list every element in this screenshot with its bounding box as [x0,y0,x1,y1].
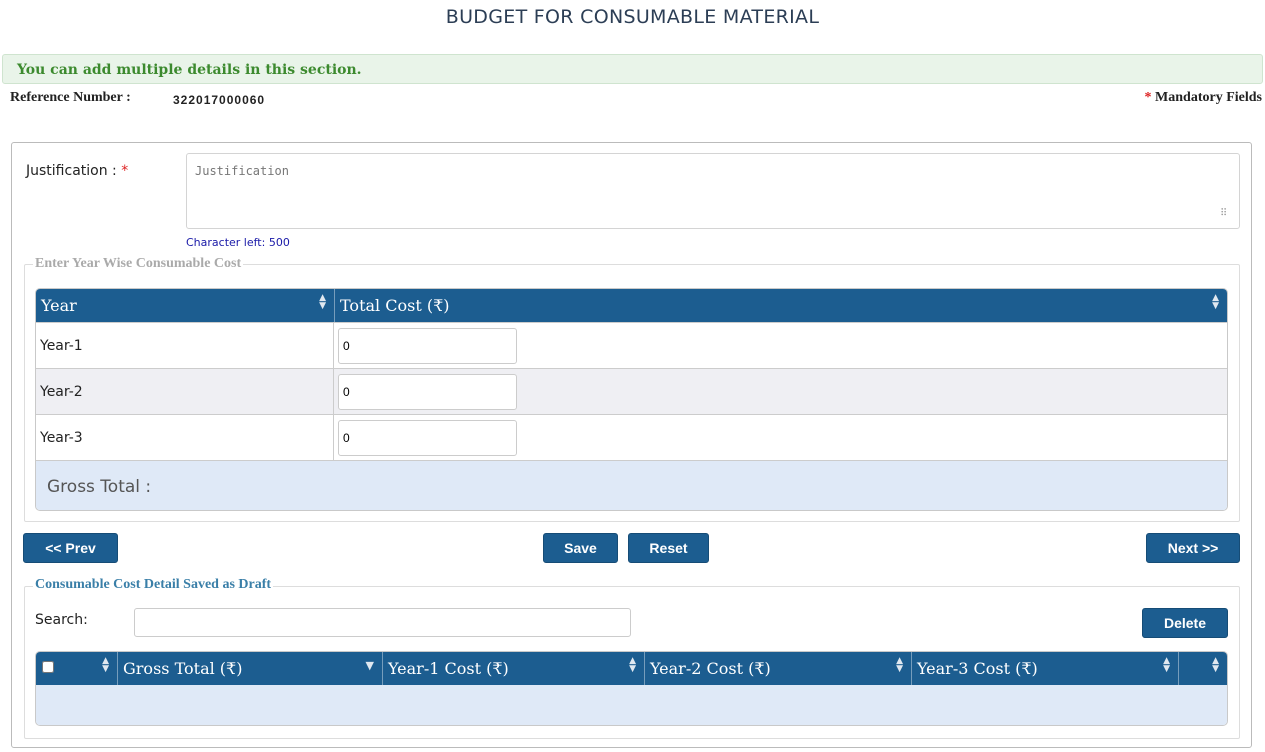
year-cell: Year-3 [36,415,334,460]
column-header-total-cost[interactable]: Total Cost (₹) ▲ ▼ [335,289,1227,322]
column-header-year-2-cost-label: Year-2 Cost (₹) [650,659,771,678]
info-message: You can add multiple details in this sec… [2,54,1263,84]
mandatory-fields-note: * Mandatory Fields [1145,90,1262,106]
mandatory-fields-label: Mandatory Fields [1155,90,1262,105]
draft-table: ▲ ▼ Gross Total (₹) ▼ Year-1 Cost (₹) ▲ ▼ … [35,651,1228,726]
column-header-select[interactable]: ▲ ▼ [36,652,118,685]
reference-number-label: Reference Number : [10,90,131,105]
select-all-checkbox[interactable] [42,661,54,673]
sort-down-icon[interactable]: ▼ [366,660,374,671]
cost-cell [334,323,1227,368]
required-star: * [121,163,129,179]
reset-button[interactable]: Reset [628,533,709,563]
column-header-year-1-cost[interactable]: Year-1 Cost (₹) ▲ ▼ [383,652,645,685]
justification-label: Justification : * [26,163,128,179]
year-3-cost-input[interactable] [338,420,517,456]
character-left-counter: Character left: 500 [186,236,290,249]
justification-label-text: Justification : [26,163,117,179]
sort-both-icon[interactable]: ▲ ▼ [1163,657,1170,674]
page-title: BUDGET FOR CONSUMABLE MATERIAL [445,6,820,28]
column-header-year-1-cost-label: Year-1 Cost (₹) [388,659,509,678]
year-2-cost-input[interactable] [338,374,517,410]
year-cell: Year-2 [36,369,334,414]
sort-both-icon[interactable]: ▲ ▼ [896,657,903,674]
draft-legend: Consumable Cost Detail Saved as Draft [33,577,274,593]
delete-button[interactable]: Delete [1142,608,1228,638]
table-row: Year-3 [36,414,1227,460]
table-row: Year-2 [36,368,1227,414]
justification-textarea[interactable] [186,153,1240,229]
column-header-action[interactable]: ▲ ▼ [1179,652,1227,685]
cost-cell [334,415,1227,460]
sort-both-icon[interactable]: ▲ ▼ [629,657,636,674]
resize-grip-icon[interactable]: ⠿ [1220,208,1227,219]
sort-both-icon[interactable]: ▲ ▼ [1212,657,1219,674]
empty-table-row [36,685,1227,725]
sort-both-icon[interactable]: ▲ ▼ [319,294,326,311]
year-cell: Year-1 [36,323,334,368]
column-header-total-cost-label: Total Cost (₹) [340,296,450,315]
column-header-year[interactable]: Year ▲ ▼ [36,289,335,322]
table-row: Year-1 [36,322,1227,368]
search-label: Search: [35,612,88,628]
column-header-gross-total[interactable]: Gross Total (₹) ▼ [118,652,383,685]
draft-table-header: ▲ ▼ Gross Total (₹) ▼ Year-1 Cost (₹) ▲ ▼ … [36,652,1227,685]
year-cost-legend: Enter Year Wise Consumable Cost [33,256,244,272]
search-input[interactable] [134,608,631,637]
column-header-year-3-cost[interactable]: Year-3 Cost (₹) ▲ ▼ [912,652,1179,685]
gross-total-label: Gross Total : [47,477,152,497]
next-button[interactable]: Next >> [1146,533,1240,563]
year-1-cost-input[interactable] [338,328,517,364]
gross-total-row: Gross Total : [36,460,1227,510]
reference-number-value: 322017000060 [173,93,266,107]
cost-cell [334,369,1227,414]
required-star: * [1144,90,1152,105]
column-header-year-2-cost[interactable]: Year-2 Cost (₹) ▲ ▼ [645,652,912,685]
year-cost-table-header: Year ▲ ▼ Total Cost (₹) ▲ ▼ [36,289,1227,322]
year-cost-table: Year ▲▼ Total Cost (₹) ▲▼ Year-1 Year-2 … [35,288,1228,511]
sort-both-icon[interactable]: ▲ ▼ [1212,294,1219,311]
sort-both-icon[interactable]: ▲ ▼ [102,657,109,674]
column-header-year-3-cost-label: Year-3 Cost (₹) [917,659,1038,678]
column-header-gross-total-label: Gross Total (₹) [123,659,243,678]
column-header-year-label: Year [41,296,77,315]
prev-button[interactable]: << Prev [23,533,118,563]
save-button[interactable]: Save [543,533,618,563]
